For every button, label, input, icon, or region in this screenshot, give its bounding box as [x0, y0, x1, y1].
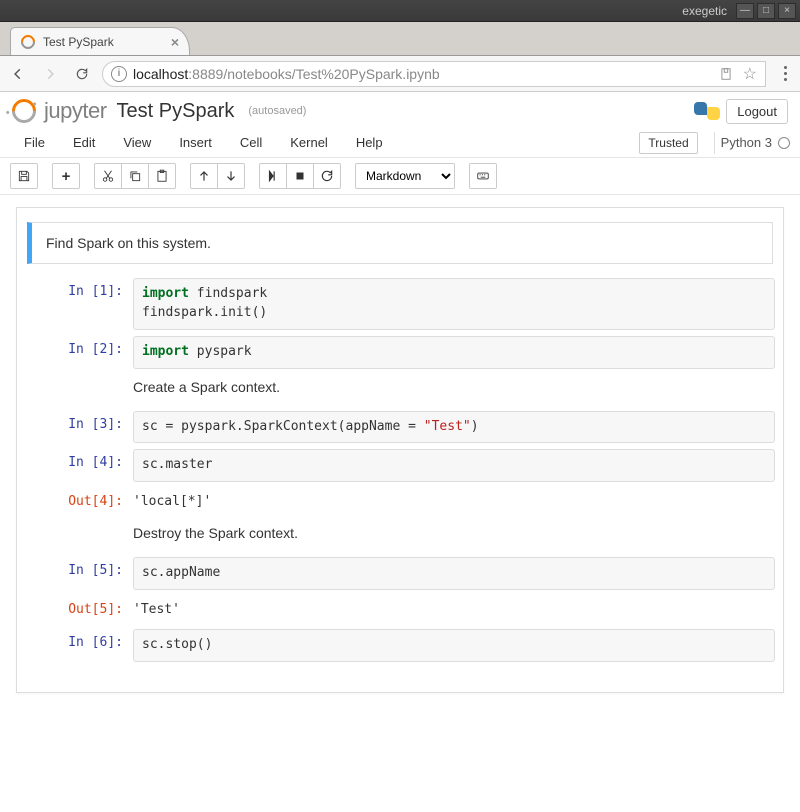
maximize-button[interactable]: □: [757, 3, 775, 19]
kernel-status-icon: [778, 137, 790, 149]
code-input[interactable]: sc.master: [133, 449, 775, 482]
markdown-cell-selected[interactable]: Find Spark on this system.: [27, 222, 773, 264]
jupyter-logo[interactable]: jupyter: [12, 98, 107, 124]
input-prompt: In [6]:: [25, 629, 133, 662]
code-cell[interactable]: In [6]:sc.stop(): [25, 629, 775, 662]
paste-button[interactable]: [148, 163, 176, 189]
jupyter-logo-icon: [7, 94, 41, 128]
back-button[interactable]: [6, 62, 30, 86]
prompt-empty: [25, 375, 133, 405]
input-prompt: In [3]:: [25, 411, 133, 444]
browser-tab[interactable]: Test PySpark ×: [10, 27, 190, 55]
close-window-button[interactable]: ×: [778, 3, 796, 19]
code-input[interactable]: import findspark findspark.init(): [133, 278, 775, 330]
menu-kernel[interactable]: Kernel: [276, 131, 342, 154]
output-prompt: Out[4]:: [25, 488, 133, 515]
move-down-button[interactable]: [217, 163, 245, 189]
site-info-icon[interactable]: i: [111, 66, 127, 82]
menu-cell[interactable]: Cell: [226, 131, 276, 154]
run-button[interactable]: [259, 163, 287, 189]
browser-toolbar: i localhost:8889/notebooks/Test%20PySpar…: [0, 56, 800, 92]
code-cell[interactable]: In [5]:sc.appName: [25, 557, 775, 590]
output-row: Out[4]:'local[*]': [25, 488, 775, 515]
url-port: :8889: [188, 66, 223, 82]
code-input[interactable]: import pyspark: [133, 336, 775, 369]
app-label: exegetic: [682, 4, 727, 18]
markdown-text: Create a Spark context.: [133, 375, 775, 405]
input-prompt: In [1]:: [25, 278, 133, 330]
cut-button[interactable]: [94, 163, 122, 189]
url-input[interactable]: i localhost:8889/notebooks/Test%20PySpar…: [102, 61, 766, 87]
save-button[interactable]: [10, 163, 38, 189]
markdown-cell[interactable]: Destroy the Spark context.: [25, 521, 775, 551]
page-content: jupyter Test PySpark (autosaved) Logout …: [0, 92, 800, 812]
code-cell[interactable]: In [4]:sc.master: [25, 449, 775, 482]
input-prompt: In [5]:: [25, 557, 133, 590]
url-path: /notebooks/Test%20PySpark.ipynb: [223, 66, 439, 82]
code-cell[interactable]: In [1]:import findspark findspark.init(): [25, 278, 775, 330]
code-input[interactable]: sc.stop(): [133, 629, 775, 662]
new-tab-button[interactable]: [196, 31, 220, 51]
forward-button[interactable]: [38, 62, 62, 86]
tab-title: Test PySpark: [43, 35, 114, 49]
input-prompt: In [2]:: [25, 336, 133, 369]
minimize-button[interactable]: —: [736, 3, 754, 19]
output-row: Out[5]:'Test': [25, 596, 775, 623]
bookmark-icon[interactable]: ☆: [743, 64, 757, 84]
code-input[interactable]: sc.appName: [133, 557, 775, 590]
reload-button[interactable]: [70, 62, 94, 86]
insert-cell-button[interactable]: +: [52, 163, 80, 189]
interrupt-button[interactable]: [286, 163, 314, 189]
menu-file[interactable]: File: [10, 131, 59, 154]
copy-button[interactable]: [121, 163, 149, 189]
logout-button[interactable]: Logout: [726, 99, 788, 124]
command-palette-button[interactable]: [469, 163, 497, 189]
jupyter-toolbar: + Markdown: [0, 158, 800, 195]
restart-kernel-button[interactable]: [313, 163, 341, 189]
save-status: (autosaved): [248, 105, 306, 117]
menu-view[interactable]: View: [109, 131, 165, 154]
output-text: 'Test': [133, 596, 775, 623]
kernel-name: Python 3: [721, 135, 772, 150]
code-input[interactable]: sc = pyspark.SparkContext(appName = "Tes…: [133, 411, 775, 444]
browser-tabstrip: Test PySpark ×: [0, 22, 800, 56]
jupyter-favicon-icon: [18, 32, 38, 52]
markdown-cell[interactable]: Create a Spark context.: [25, 375, 775, 405]
output-prompt: Out[5]:: [25, 596, 133, 623]
save-page-icon[interactable]: [719, 67, 733, 81]
code-cell[interactable]: In [3]:sc = pyspark.SparkContext(appName…: [25, 411, 775, 444]
trusted-indicator[interactable]: Trusted: [639, 132, 697, 154]
code-cell[interactable]: In [2]:import pyspark: [25, 336, 775, 369]
kernel-indicator[interactable]: Python 3: [721, 135, 790, 150]
markdown-text: Destroy the Spark context.: [133, 521, 775, 551]
move-up-button[interactable]: [190, 163, 218, 189]
notebook-name[interactable]: Test PySpark: [117, 100, 235, 123]
jupyter-header: jupyter Test PySpark (autosaved) Logout: [0, 92, 800, 124]
url-host: localhost: [133, 66, 188, 82]
output-text: 'local[*]': [133, 488, 775, 515]
jupyter-menubar: File Edit View Insert Cell Kernel Help T…: [0, 128, 800, 158]
menu-help[interactable]: Help: [342, 131, 397, 154]
jupyter-logo-text: jupyter: [44, 98, 107, 124]
prompt-empty: [25, 521, 133, 551]
notebook-container: Find Spark on this system. In [1]:import …: [0, 195, 800, 705]
menu-insert[interactable]: Insert: [165, 131, 226, 154]
menu-edit[interactable]: Edit: [59, 131, 109, 154]
python-logo-icon: [694, 98, 720, 124]
browser-menu-button[interactable]: [778, 66, 792, 81]
celltype-select[interactable]: Markdown: [355, 163, 455, 189]
os-titlebar: exegetic — □ ×: [0, 0, 800, 22]
input-prompt: In [4]:: [25, 449, 133, 482]
tab-close-icon[interactable]: ×: [171, 34, 179, 50]
